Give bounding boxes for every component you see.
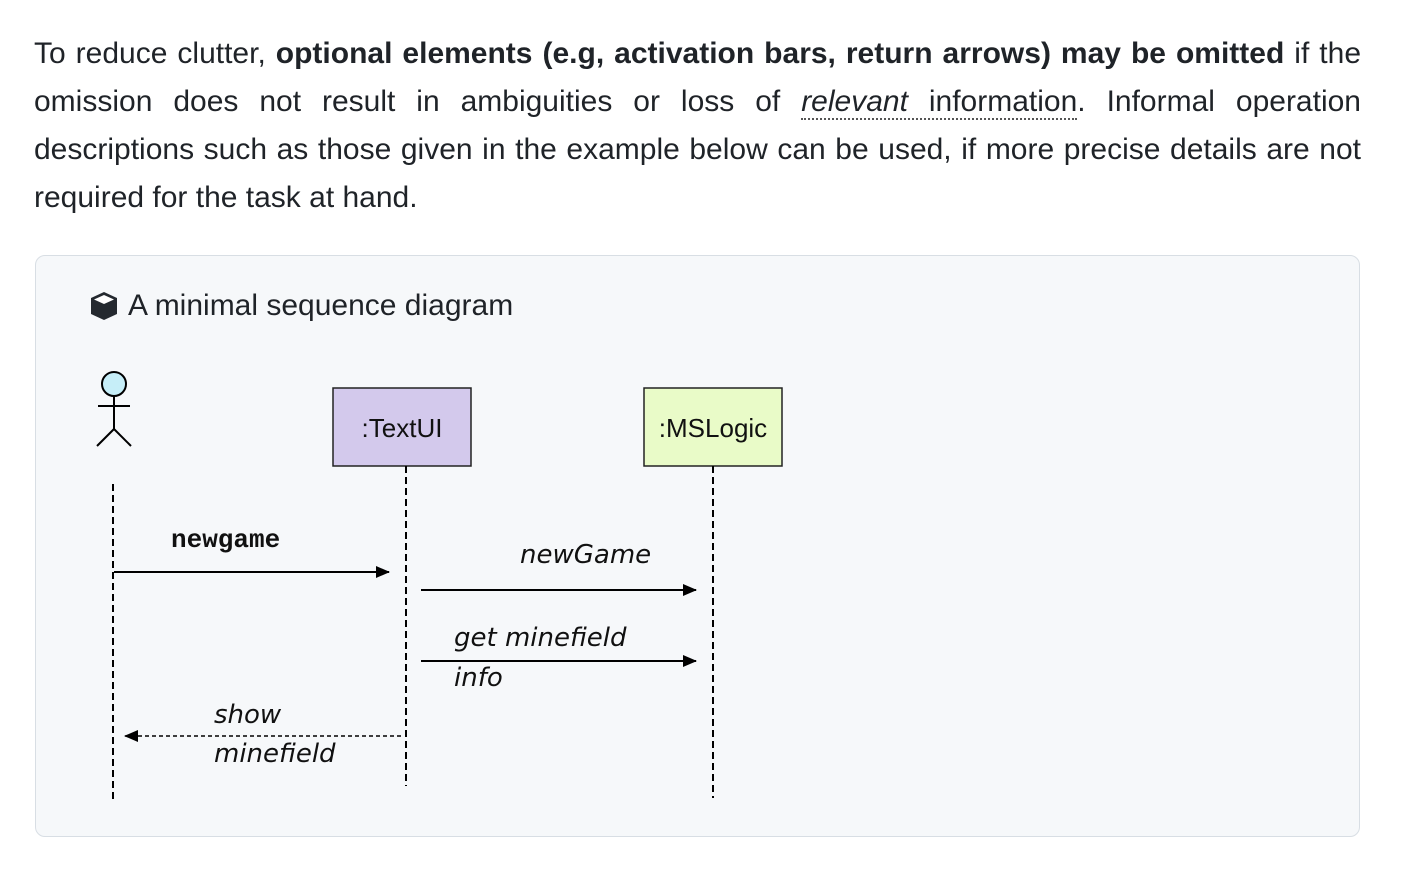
intro-paragraph: To reduce clutter, optional elements (e.…	[34, 30, 1361, 222]
msg-get-minefield-label-1: get minefield	[454, 623, 627, 653]
msg-show-label-2: minefield	[214, 739, 336, 769]
actor-head	[101, 371, 127, 397]
msg-get-minefield-label-2: info	[454, 663, 503, 693]
mslogic-label: :MSLogic	[659, 413, 767, 443]
actor-figure	[96, 371, 132, 447]
msg-show-label-1: show	[214, 700, 282, 730]
para-bold-text: optional elements (e.g, activation bars,…	[275, 37, 1285, 70]
relevant-information-link[interactable]: relevant information	[801, 85, 1078, 120]
msg-newgame-label: newgame	[171, 525, 280, 555]
relevant-word: relevant	[801, 85, 908, 118]
example-box: A minimal sequence diagram :TextUI :MSLo…	[35, 255, 1360, 837]
information-word: information	[907, 85, 1078, 118]
msg-newGame-label: newGame	[520, 540, 651, 570]
sequence-diagram: :TextUI :MSLogic newgame newGame get min…	[96, 371, 783, 801]
textui-label: :TextUI	[362, 413, 443, 443]
para-text-1: To reduce clutter,	[34, 37, 276, 70]
